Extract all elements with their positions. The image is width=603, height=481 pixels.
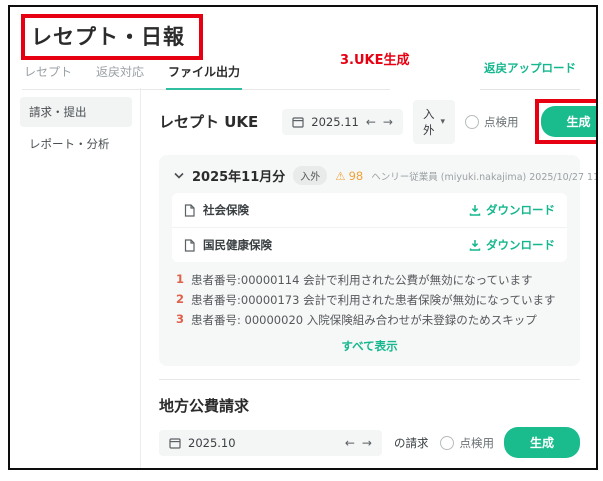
local-expense-month-value: 2025.10 xyxy=(188,435,236,450)
uke-scope-value: 入外 xyxy=(422,106,435,137)
local-expense-generate-button[interactable]: 生成 xyxy=(503,427,580,458)
tab-receipt[interactable]: レセプト xyxy=(24,63,72,80)
error-message: 患者番号:00000173 会計で利用された患者保険が無効になっています xyxy=(191,293,556,307)
content-area: 請求・提出 レポート・分析 レセプト UKE 2025.11 ← → 入外 ▾ xyxy=(10,88,596,468)
main-panel: レセプト UKE 2025.11 ← → 入外 ▾ 点検用 生成 2025年11… xyxy=(141,88,596,468)
sidebar-item-report-bunseki[interactable]: レポート・分析 xyxy=(20,129,132,159)
sidebar-item-seikyu-teishutsu[interactable]: 請求・提出 xyxy=(20,97,132,127)
section-divider xyxy=(159,379,580,380)
month-next-icon[interactable]: → xyxy=(362,437,372,449)
result-meta: ヘンリー従業員 (miyuki.nakajima) 2025/10/27 11:… xyxy=(371,169,596,183)
local-expense-title: 地方公費請求 xyxy=(159,397,250,415)
uke-month-value: 2025.11 xyxy=(311,114,359,129)
local-expense-month-picker[interactable]: 2025.10 ← → xyxy=(159,429,382,456)
download-link-shakai[interactable]: ダウンロード xyxy=(469,202,555,218)
month-prev-icon[interactable]: ← xyxy=(345,437,355,449)
warning-count-group: ⚠ 98 xyxy=(335,169,363,183)
error-row: 3 患者番号: 00000020 入院保険組み合わせが未登録のためスキップ xyxy=(176,312,563,328)
warning-icon: ⚠ xyxy=(335,168,346,183)
uke-month-picker[interactable]: 2025.11 ← → xyxy=(282,108,403,135)
inspection-radio-label: 点検用 xyxy=(459,435,494,450)
calendar-icon xyxy=(292,116,304,128)
file-row-shakai-hoken: 社会保険 ダウンロード xyxy=(172,193,567,228)
file-list: 社会保険 ダウンロード 国民健康保険 ダウンロード xyxy=(172,193,567,262)
local-expense-suffix: の請求 xyxy=(393,435,429,450)
month-prev-icon[interactable]: ← xyxy=(366,116,376,128)
henrei-upload-link[interactable]: 返戻アップロード xyxy=(484,61,576,75)
chevron-down-icon[interactable] xyxy=(174,172,184,179)
file-name: 国民健康保険 xyxy=(203,238,272,252)
download-link-label: ダウンロード xyxy=(486,238,555,252)
error-message: 患者番号: 00000020 入院保険組み合わせが未登録のためスキップ xyxy=(191,313,537,327)
app-window: レセプト・日報 3.UKE生成 返戻アップロード レセプト 返戻対応 ファイル出… xyxy=(8,5,598,470)
document-icon xyxy=(184,238,195,252)
error-message: 患者番号:00000114 会計で利用された公費が無効になっています xyxy=(191,273,533,287)
document-icon xyxy=(184,203,195,217)
uke-result-header[interactable]: 2025年11月分 入外 ⚠ 98 ヘンリー従業員 (miyuki.nakaji… xyxy=(172,164,596,193)
download-icon xyxy=(469,204,481,216)
tab-bar: レセプト 返戻対応 ファイル出力 xyxy=(22,63,390,90)
title-annotation-box: レセプト・日報 xyxy=(21,14,203,60)
uke-generate-button[interactable]: 生成 xyxy=(540,106,596,137)
error-list: 1 患者番号:00000114 会計で利用された公費が無効になっています 2 患… xyxy=(172,262,567,328)
inspection-radio[interactable] xyxy=(440,435,455,450)
uke-header-row: レセプト UKE 2025.11 ← → 入外 ▾ 点検用 生成 xyxy=(159,99,596,144)
show-all-link[interactable]: すべて表示 xyxy=(172,332,567,356)
error-number: 1 xyxy=(176,272,185,286)
uke-section-title: レセプト UKE xyxy=(159,113,259,131)
error-number: 3 xyxy=(176,312,185,326)
page-title: レセプト・日報 xyxy=(31,25,185,49)
upload-link-wrap: 返戻アップロード xyxy=(480,57,580,90)
inspection-radio[interactable] xyxy=(465,114,479,129)
download-link-label: ダウンロード xyxy=(486,203,555,217)
error-row: 2 患者番号:00000173 会計で利用された患者保険が無効になっています xyxy=(176,292,563,308)
result-month-label: 2025年11月分 xyxy=(192,170,286,185)
file-name: 社会保険 xyxy=(203,203,249,217)
month-next-icon[interactable]: → xyxy=(383,116,393,128)
warning-count: 98 xyxy=(348,168,364,183)
local-expense-row: 2025.10 ← → の請求 点検用 生成 xyxy=(159,427,580,458)
local-expense-inspection-option: 点検用 xyxy=(440,435,494,451)
error-number: 2 xyxy=(176,292,185,306)
uke-result-panel: 2025年11月分 入外 ⚠ 98 ヘンリー従業員 (miyuki.nakaji… xyxy=(159,155,596,366)
uke-inspection-option: 点検用 xyxy=(465,114,519,130)
tab-henrei-taiou[interactable]: 返戻対応 xyxy=(96,63,144,80)
tab-file-output[interactable]: ファイル出力 xyxy=(166,63,243,90)
caret-down-icon: ▾ xyxy=(440,116,445,127)
calendar-icon xyxy=(169,437,181,449)
scope-badge: 入外 xyxy=(293,166,328,185)
generate-annotation-box: 生成 xyxy=(534,99,596,144)
result-timestamp: 2025/10/27 11:37-11:39:46 xyxy=(529,171,596,183)
sidebar: 請求・提出 レポート・分析 xyxy=(10,88,141,468)
error-row: 1 患者番号:00000114 会計で利用された公費が無効になっています xyxy=(176,272,563,288)
file-row-kokumin-kenko-hoken: 国民健康保険 ダウンロード xyxy=(172,228,567,262)
result-user: ヘンリー従業員 (miyuki.nakajima) xyxy=(371,171,527,183)
inspection-radio-label: 点検用 xyxy=(484,114,519,129)
uke-scope-dropdown[interactable]: 入外 ▾ xyxy=(412,99,455,144)
download-link-kokumin[interactable]: ダウンロード xyxy=(469,237,555,253)
download-icon xyxy=(469,239,481,251)
